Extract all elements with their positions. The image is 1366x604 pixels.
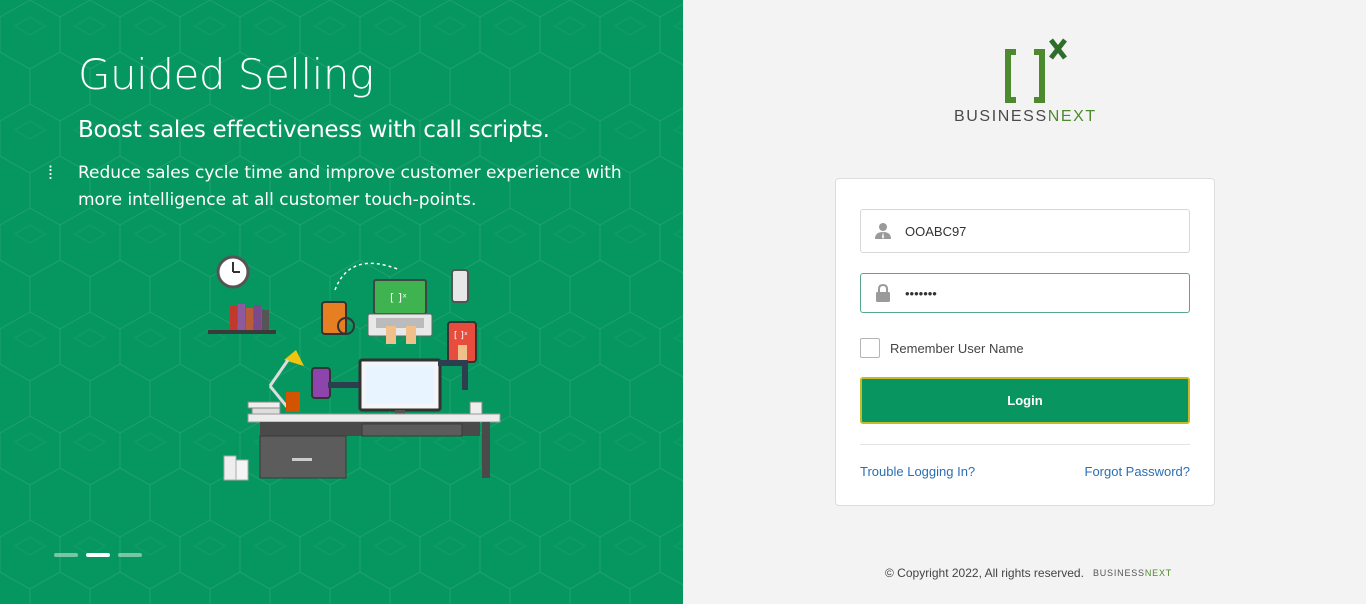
brand-word-next: NEXT — [1047, 108, 1097, 125]
password-field — [860, 273, 1190, 313]
login-card: Remember User Name Login Trouble Logging… — [835, 178, 1215, 506]
carousel-indicators — [54, 553, 142, 557]
trouble-logging-in-link[interactable]: Trouble Logging In? — [860, 464, 975, 479]
card-divider — [860, 444, 1190, 445]
username-input[interactable] — [905, 210, 1189, 252]
footer: © Copyright 2022, All rights reserved. B… — [885, 566, 1172, 580]
bullet-marker-icon: ⁞ — [48, 163, 54, 183]
promo-panel: Guided Selling Boost sales effectiveness… — [0, 0, 683, 604]
carousel-dot-3[interactable] — [118, 553, 142, 557]
brand-word-business: BUSINESS — [954, 108, 1048, 125]
promo-title: Guided Selling — [78, 50, 374, 99]
footer-brand-logo: BUSINESSNEXT — [1093, 568, 1172, 578]
copyright-text: © Copyright 2022, All rights reserved. — [885, 566, 1084, 580]
carousel-dot-1[interactable] — [54, 553, 78, 557]
svg-text:[ ]ˣ: [ ]ˣ — [390, 291, 407, 304]
username-field — [860, 209, 1190, 253]
footer-brand-business: BUSINESS — [1092, 568, 1145, 578]
password-input[interactable] — [905, 274, 1189, 312]
footer-brand-next: NEXT — [1144, 568, 1173, 578]
promo-subtitle: Boost sales effectiveness with call scri… — [78, 117, 550, 143]
svg-text:[ ]ˣ: [ ]ˣ — [454, 331, 468, 341]
promo-description: Reduce sales cycle time and improve cust… — [78, 163, 622, 210]
remember-label: Remember User Name — [890, 340, 1024, 356]
forgot-password-link[interactable]: Forgot Password? — [1085, 464, 1191, 479]
carousel-dot-2[interactable] — [86, 553, 110, 557]
remember-username: Remember User Name — [860, 338, 1024, 358]
lock-icon — [861, 274, 905, 312]
user-icon — [861, 210, 905, 252]
remember-checkbox[interactable] — [860, 338, 880, 358]
login-button[interactable]: Login — [860, 377, 1190, 424]
brand-wordmark: BUSINESSNEXT — [954, 108, 1104, 126]
office-desk-illustration: [ ]ˣ [ ]ˣ — [208, 255, 501, 481]
